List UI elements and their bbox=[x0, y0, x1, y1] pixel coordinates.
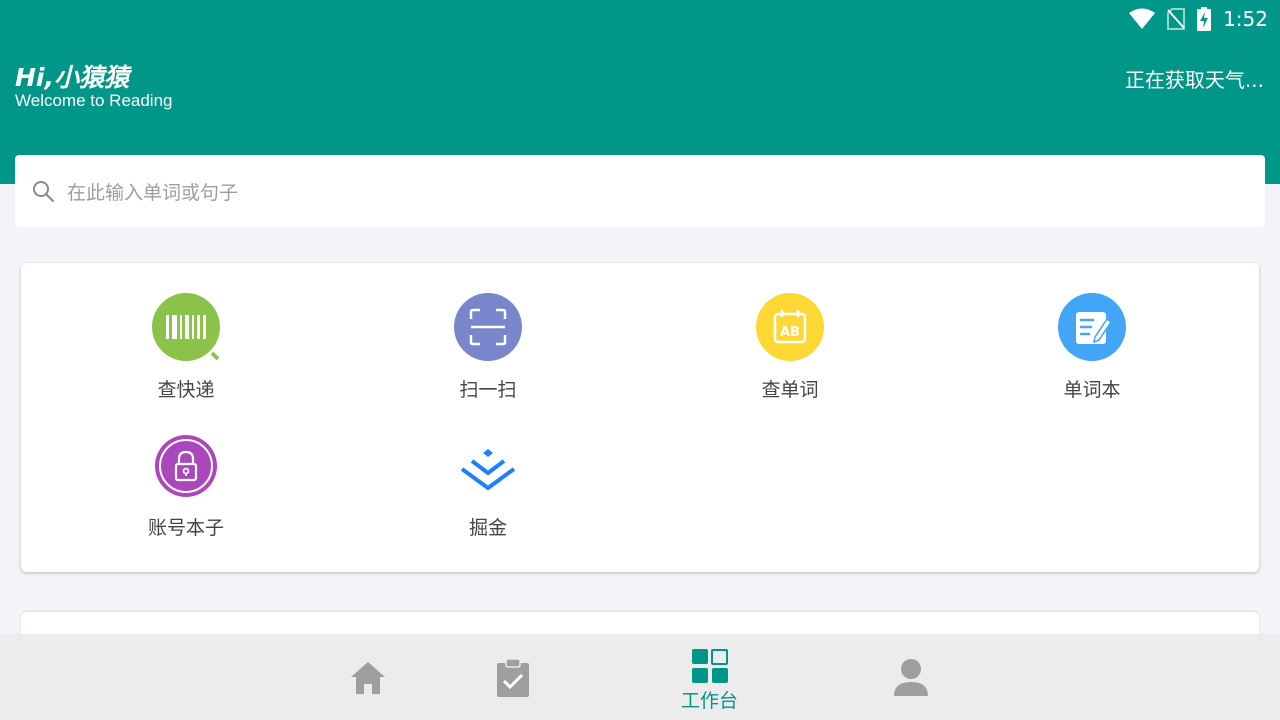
search-placeholder: 在此输入单词或句子 bbox=[67, 181, 239, 204]
tool-lookup-word[interactable]: AB 查单词 bbox=[690, 293, 890, 402]
dictionary-calendar-icon: AB bbox=[756, 293, 824, 361]
tool-label: 账号本子 bbox=[147, 517, 224, 539]
tool-label: 查快递 bbox=[157, 379, 215, 401]
barcode-search-icon bbox=[152, 293, 220, 361]
tool-account-book[interactable]: 账号本子 bbox=[86, 435, 286, 540]
juejin-logo-icon bbox=[457, 435, 519, 497]
search-icon bbox=[33, 181, 55, 203]
clipboard-check-icon bbox=[497, 658, 529, 697]
no-sim-icon bbox=[1167, 8, 1186, 30]
search-input[interactable]: 在此输入单词或句子 bbox=[15, 155, 1265, 227]
greeting-subtitle: Welcome to Reading bbox=[15, 91, 173, 110]
tools-card: 查快递 扫一扫 AB 查单词 单词本 账号本子 掘金 bbox=[21, 263, 1259, 572]
tool-label: 单词本 bbox=[1063, 379, 1121, 401]
grid-icon bbox=[691, 649, 728, 683]
lock-icon bbox=[155, 435, 217, 497]
tool-juejin[interactable]: 掘金 bbox=[388, 435, 588, 540]
nav-profile[interactable] bbox=[893, 658, 929, 698]
person-icon bbox=[894, 659, 928, 696]
weather-status[interactable]: 正在获取天气... bbox=[1125, 64, 1264, 93]
tool-label: 查单词 bbox=[761, 379, 819, 401]
svg-text:AB: AB bbox=[780, 325, 800, 340]
status-bar: 1:52 bbox=[0, 0, 1280, 38]
status-time: 1:52 bbox=[1223, 7, 1268, 31]
tool-query-express[interactable]: 查快递 bbox=[86, 293, 286, 402]
nav-workbench-label: 工作台 bbox=[681, 690, 739, 712]
tool-label: 扫一扫 bbox=[459, 379, 517, 401]
bottom-navigation: 工作台 bbox=[0, 634, 1280, 720]
notebook-edit-icon bbox=[1058, 293, 1126, 361]
tool-wordbook[interactable]: 单词本 bbox=[992, 293, 1192, 402]
nav-tasks[interactable] bbox=[495, 658, 531, 698]
wifi-icon bbox=[1129, 8, 1156, 29]
battery-charging-icon bbox=[1197, 7, 1212, 31]
scan-icon bbox=[454, 293, 522, 361]
tool-label: 掘金 bbox=[468, 517, 507, 539]
tool-scan[interactable]: 扫一扫 bbox=[388, 293, 588, 402]
nav-home[interactable] bbox=[349, 660, 387, 696]
nav-workbench[interactable]: 工作台 bbox=[681, 648, 738, 713]
home-icon bbox=[351, 662, 385, 694]
greeting-title: Hi,小猿猿 bbox=[15, 63, 129, 92]
